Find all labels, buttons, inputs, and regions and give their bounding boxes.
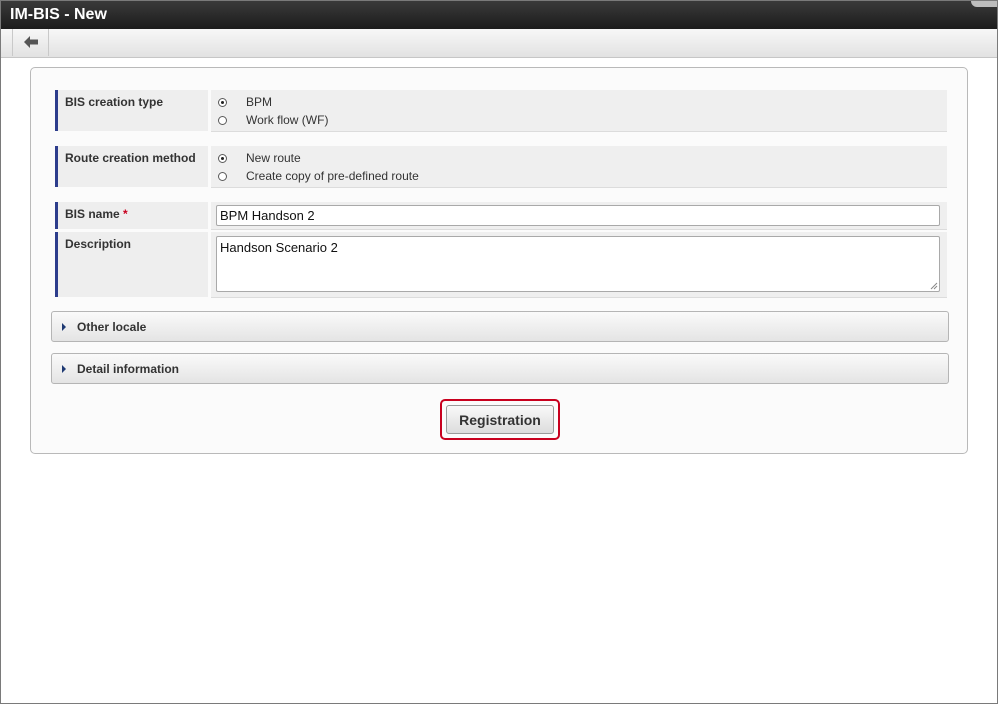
- back-button[interactable]: [12, 29, 49, 56]
- bis-creation-type-options: BPM Work flow (WF): [211, 90, 947, 132]
- radio-option-bpm[interactable]: BPM: [218, 95, 272, 109]
- expand-triangle-icon: [62, 365, 66, 373]
- route-creation-method-label: Route creation method: [55, 146, 208, 187]
- radio-bpm[interactable]: [218, 97, 227, 107]
- registration-button[interactable]: Registration: [446, 405, 554, 434]
- radio-option-new-route[interactable]: New route: [218, 151, 301, 165]
- route-creation-method-options: New route Create copy of pre-defined rou…: [211, 146, 947, 188]
- window-title: IM-BIS - New: [10, 6, 107, 23]
- section-other-locale-label: Other locale: [77, 320, 147, 334]
- radio-copy-route[interactable]: [218, 171, 227, 181]
- description-cell: Handson Scenario 2: [211, 232, 947, 298]
- radio-workflow-label: Work flow (WF): [246, 113, 329, 127]
- app-window: IM-BIS - New BIS creation type BPM Work …: [0, 0, 998, 704]
- radio-workflow[interactable]: [218, 115, 227, 125]
- description-text: Handson Scenario 2: [220, 240, 338, 255]
- expand-triangle-icon: [62, 323, 66, 331]
- window-corner: [971, 1, 997, 7]
- radio-option-workflow[interactable]: Work flow (WF): [218, 113, 328, 127]
- resize-grip-icon[interactable]: [930, 282, 938, 290]
- description-label: Description: [55, 232, 208, 297]
- bis-name-label-text: BIS name: [65, 207, 120, 221]
- section-detail-information[interactable]: Detail information: [51, 353, 949, 384]
- bis-name-row: BIS name * BPM Handson 2: [55, 202, 947, 230]
- radio-copy-route-label: Create copy of pre-defined route: [246, 169, 419, 183]
- bis-creation-type-label: BIS creation type: [55, 90, 208, 131]
- bis-name-input[interactable]: BPM Handson 2: [216, 205, 940, 226]
- section-other-locale[interactable]: Other locale: [51, 311, 949, 342]
- toolbar: [1, 29, 997, 58]
- radio-option-copy-route[interactable]: Create copy of pre-defined route: [218, 169, 419, 183]
- radio-new-route[interactable]: [218, 153, 227, 163]
- radio-new-route-label: New route: [246, 151, 301, 165]
- route-creation-method-row: Route creation method New route Create c…: [55, 146, 947, 188]
- title-bar: IM-BIS - New: [1, 1, 997, 29]
- section-detail-information-label: Detail information: [77, 362, 180, 376]
- description-row: Description Handson Scenario 2: [55, 232, 947, 298]
- bis-creation-type-row: BIS creation type BPM Work flow (WF): [55, 90, 947, 132]
- required-mark: *: [123, 207, 128, 221]
- description-textarea[interactable]: Handson Scenario 2: [216, 236, 940, 292]
- radio-bpm-label: BPM: [246, 95, 273, 109]
- bis-name-cell: BPM Handson 2: [211, 202, 947, 230]
- arrow-left-icon: [24, 36, 38, 48]
- bis-name-label: BIS name *: [55, 202, 208, 229]
